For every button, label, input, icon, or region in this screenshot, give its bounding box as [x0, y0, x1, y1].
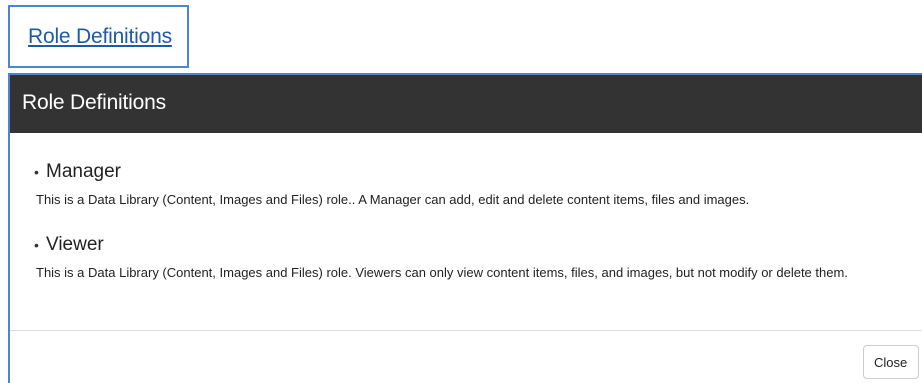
- role-name: Manager: [46, 161, 121, 182]
- bullet-icon: •: [34, 237, 39, 253]
- modal-footer-divider: [10, 330, 922, 331]
- page: Role Definitions Role Definitions • Mana…: [0, 0, 922, 383]
- modal-header: Role Definitions: [10, 75, 922, 133]
- role-definitions-modal: Role Definitions • Manager This is a Dat…: [8, 73, 922, 383]
- role-name: Viewer: [46, 234, 104, 255]
- role-description: This is a Data Library (Content, Images …: [36, 192, 750, 207]
- modal-title: Role Definitions: [22, 91, 166, 114]
- role-description: This is a Data Library (Content, Images …: [36, 265, 848, 280]
- close-button[interactable]: Close: [863, 345, 919, 379]
- bullet-icon: •: [34, 164, 39, 180]
- role-definitions-link[interactable]: Role Definitions: [28, 25, 172, 49]
